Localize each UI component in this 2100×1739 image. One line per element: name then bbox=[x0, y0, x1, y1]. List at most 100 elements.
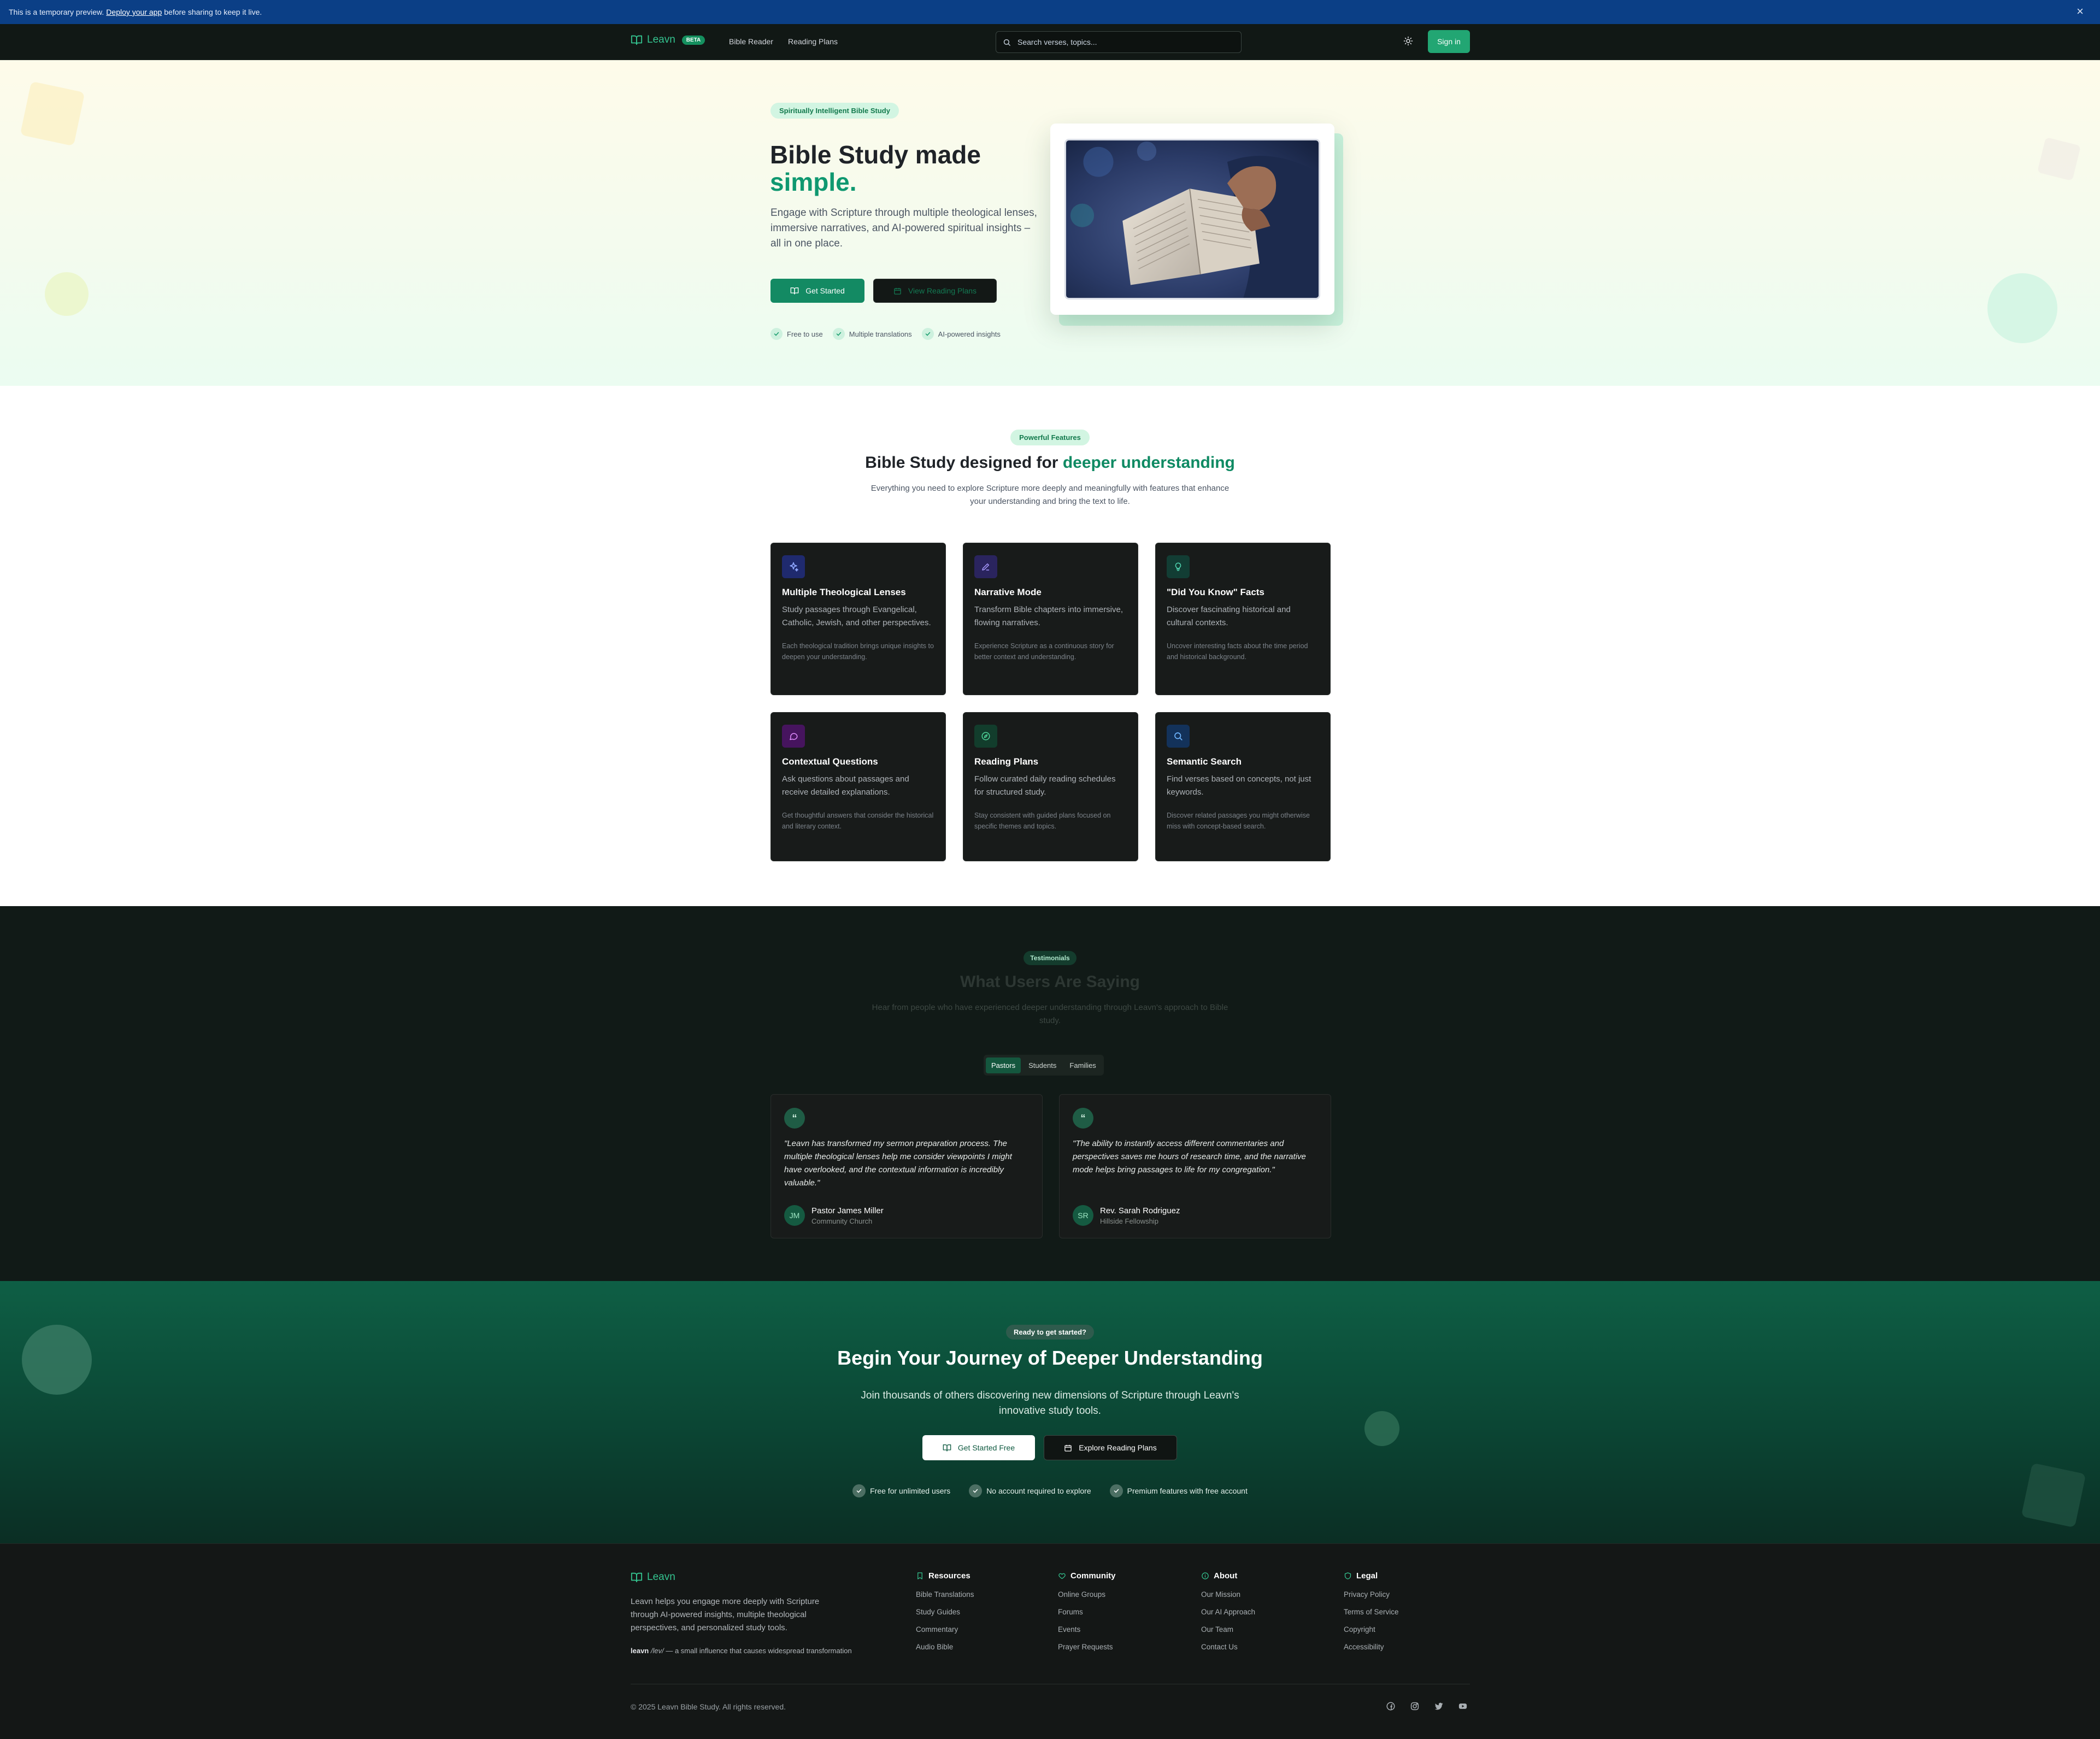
check-label: No account required to explore bbox=[986, 1487, 1091, 1495]
facebook-icon[interactable] bbox=[1386, 1701, 1396, 1711]
footer-brand[interactable]: Leavn bbox=[631, 1571, 675, 1583]
check-icon bbox=[770, 328, 783, 340]
feature-title: Reading Plans bbox=[974, 756, 1039, 767]
footer-link[interactable]: Copyright bbox=[1344, 1625, 1399, 1635]
deploy-link[interactable]: Deploy your app bbox=[106, 8, 162, 16]
check-item: Multiple translations bbox=[832, 328, 912, 340]
footer: Leavn Leavn helps you engage more deeply… bbox=[0, 1543, 2100, 1739]
features-pill: Powerful Features bbox=[1010, 430, 1090, 445]
hero-section: Spiritually Intelligent Bible Study Bibl… bbox=[0, 60, 2100, 386]
testimonial-author: SR Rev. Sarah Rodriguez Hillside Fellows… bbox=[1073, 1205, 1180, 1226]
social-links bbox=[1386, 1701, 1468, 1711]
tab-students[interactable]: Students bbox=[1023, 1058, 1062, 1073]
check-label: Free to use bbox=[787, 330, 823, 338]
close-icon[interactable]: × bbox=[2077, 4, 2084, 19]
footer-link[interactable]: Terms of Service bbox=[1344, 1608, 1399, 1617]
book-icon bbox=[631, 34, 643, 46]
feature-card: "Did You Know" Facts Discover fascinatin… bbox=[1155, 543, 1331, 695]
testimonials-pill: Testimonials bbox=[1023, 951, 1077, 965]
check-icon bbox=[921, 328, 934, 340]
info-icon bbox=[1201, 1572, 1209, 1580]
decor-square bbox=[20, 81, 85, 146]
author-name: Rev. Sarah Rodriguez bbox=[1100, 1206, 1180, 1215]
lightbulb-icon bbox=[1167, 555, 1190, 578]
feature-description: Discover fascinating historical and cult… bbox=[1167, 605, 1291, 627]
explore-reading-plans-label: Explore Reading Plans bbox=[1079, 1443, 1157, 1452]
footer-tagline: leavn /lev/ — a small influence that cau… bbox=[631, 1647, 852, 1655]
footer-link[interactable]: Bible Translations bbox=[916, 1590, 974, 1600]
feature-description: Follow curated daily reading schedules f… bbox=[974, 774, 1116, 797]
hero-title-line: Bible Study made bbox=[770, 140, 981, 169]
youtube-icon[interactable] bbox=[1458, 1701, 1468, 1711]
explore-reading-plans-button[interactable]: Explore Reading Plans bbox=[1044, 1435, 1177, 1460]
nav-link-bible-reader[interactable]: Bible Reader bbox=[729, 37, 773, 46]
footer-link[interactable]: Our Mission bbox=[1201, 1590, 1255, 1600]
search-box[interactable] bbox=[996, 31, 1242, 53]
feature-title: Multiple Theological Lenses bbox=[782, 587, 906, 597]
instagram-icon[interactable] bbox=[1410, 1701, 1420, 1711]
decor-circle bbox=[45, 272, 89, 316]
hero-image-frame bbox=[1050, 124, 1334, 315]
check-item: AI-powered insights bbox=[921, 328, 1001, 340]
feature-note: Get thoughtful answers that consider the… bbox=[782, 812, 934, 830]
get-started-button[interactable]: Get Started bbox=[770, 279, 864, 303]
check-icon bbox=[832, 328, 845, 340]
testimonials-section: Testimonials What Users Are Saying Hear … bbox=[0, 906, 2100, 1281]
footer-column-resources: Resources Bible Translations Study Guide… bbox=[916, 1571, 974, 1660]
footer-link[interactable]: Prayer Requests bbox=[1058, 1643, 1116, 1652]
footer-link[interactable]: Study Guides bbox=[916, 1608, 974, 1617]
feature-description: Transform Bible chapters into immersive,… bbox=[974, 605, 1123, 627]
feature-note: Experience Scripture as a continuous sto… bbox=[974, 642, 1114, 661]
footer-link[interactable]: Accessibility bbox=[1344, 1643, 1399, 1652]
view-reading-plans-label: View Reading Plans bbox=[908, 286, 977, 295]
testimonials-title: What Users Are Saying bbox=[960, 973, 1140, 991]
preview-text-after: before sharing to keep it live. bbox=[164, 8, 262, 16]
signin-button[interactable]: Sign in bbox=[1428, 30, 1470, 53]
twitter-icon[interactable] bbox=[1434, 1701, 1444, 1711]
feature-description: Find verses based on concepts, not just … bbox=[1167, 774, 1311, 797]
sparkles-icon bbox=[782, 555, 805, 578]
hero-title-accent: simple. bbox=[770, 168, 857, 196]
footer-link[interactable]: Audio Bible bbox=[916, 1643, 974, 1652]
check-label: Premium features with free account bbox=[1127, 1487, 1248, 1495]
feature-title: Contextual Questions bbox=[782, 756, 878, 767]
hero-pill: Spiritually Intelligent Bible Study bbox=[770, 103, 899, 119]
sun-icon[interactable] bbox=[1403, 36, 1413, 46]
footer-link[interactable]: Our AI Approach bbox=[1201, 1608, 1255, 1617]
footer-link[interactable]: Commentary bbox=[916, 1625, 974, 1635]
footer-link[interactable]: Events bbox=[1058, 1625, 1116, 1635]
author-name: Pastor James Miller bbox=[811, 1206, 884, 1215]
book-icon bbox=[943, 1443, 951, 1452]
footer-link[interactable]: Forums bbox=[1058, 1608, 1116, 1617]
footer-link[interactable]: Privacy Policy bbox=[1344, 1590, 1399, 1600]
check-item: Premium features with free account bbox=[1109, 1484, 1248, 1497]
tab-pastors[interactable]: Pastors bbox=[986, 1057, 1021, 1073]
view-reading-plans-button[interactable]: View Reading Plans bbox=[873, 279, 997, 303]
tab-families[interactable]: Families bbox=[1064, 1058, 1101, 1073]
pen-icon bbox=[974, 555, 997, 578]
feature-note: Discover related passages you might othe… bbox=[1167, 812, 1310, 830]
check-item: Free to use bbox=[770, 328, 823, 340]
footer-column-heading: Community bbox=[1058, 1571, 1116, 1581]
tagline-definition: — a small influence that causes widespre… bbox=[666, 1647, 852, 1655]
feature-note: Stay consistent with guided plans focuse… bbox=[974, 812, 1111, 830]
feature-title: Narrative Mode bbox=[974, 587, 1042, 597]
brand-logo[interactable]: Leavn BETA bbox=[631, 34, 705, 46]
calendar-icon bbox=[1064, 1444, 1072, 1452]
features-title-start: Bible Study designed for bbox=[865, 454, 1058, 472]
nav-link-reading-plans[interactable]: Reading Plans bbox=[788, 37, 838, 46]
check-icon bbox=[969, 1484, 983, 1497]
footer-column-about: About Our Mission Our AI Approach Our Te… bbox=[1201, 1571, 1255, 1660]
bookmark-icon bbox=[916, 1572, 924, 1580]
decor-circle bbox=[1987, 273, 2057, 343]
get-started-label: Get Started bbox=[805, 286, 845, 295]
decor-circle bbox=[1364, 1411, 1399, 1446]
cta-pill-row: Ready to get started? bbox=[0, 1325, 2100, 1340]
search-input[interactable] bbox=[1016, 37, 1224, 47]
get-started-free-button[interactable]: Get Started Free bbox=[922, 1435, 1035, 1460]
footer-link[interactable]: Online Groups bbox=[1058, 1590, 1116, 1600]
footer-column-heading: Legal bbox=[1344, 1571, 1399, 1581]
footer-link[interactable]: Our Team bbox=[1201, 1625, 1255, 1635]
get-started-free-label: Get Started Free bbox=[957, 1443, 1015, 1452]
footer-link[interactable]: Contact Us bbox=[1201, 1643, 1255, 1652]
